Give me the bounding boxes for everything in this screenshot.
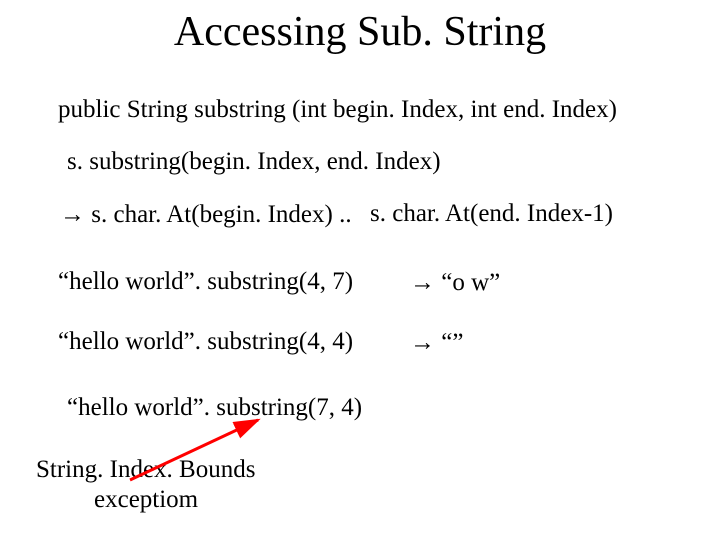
pointer-arrow-icon bbox=[0, 0, 720, 540]
slide: Accessing Sub. String public String subs… bbox=[0, 0, 720, 540]
